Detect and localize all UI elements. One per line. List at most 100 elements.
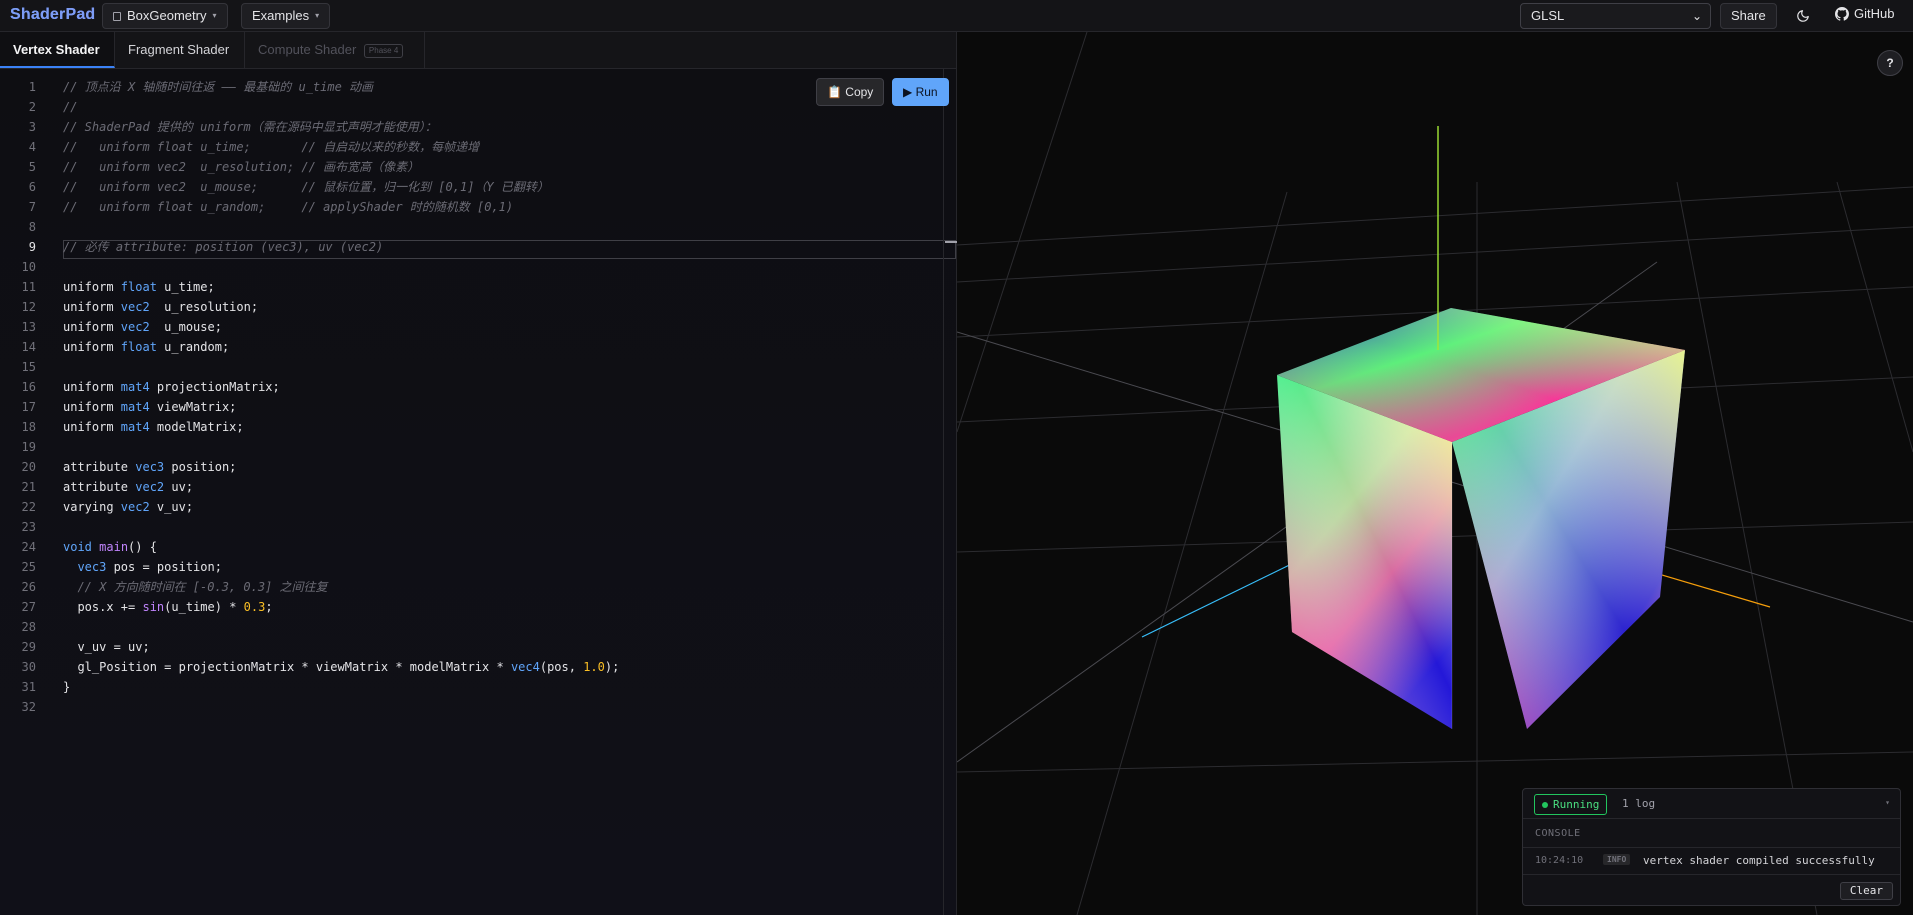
code-line[interactable] [63, 697, 619, 717]
code-line[interactable] [63, 617, 619, 637]
code-content[interactable]: // 顶点沿 X 轴随时间往返 —— 最基础的 u_time 动画 // // Sh… [63, 77, 619, 717]
render-viewport[interactable]: ? [957, 32, 1913, 915]
code-line[interactable]: // uniform vec2 u_mouse; // 鼠标位置，归一化到 [0… [63, 177, 619, 197]
code-line[interactable]: uniform vec2 u_resolution; [63, 297, 619, 317]
code-line[interactable]: v_uv = uv; [63, 637, 619, 657]
code-token: 1.0 [583, 660, 605, 674]
code-line[interactable]: // X 方向随时间在 [-0.3, 0.3] 之间往复 [63, 577, 619, 597]
copy-button[interactable]: 📋 Copy [816, 78, 885, 106]
code-line[interactable]: uniform float u_random; [63, 337, 619, 357]
app-logo: ShaderPad [10, 6, 96, 23]
code-line[interactable] [63, 517, 619, 537]
collapse-caret-icon[interactable]: ▾ [1885, 798, 1890, 807]
tab-label: Fragment Shader [128, 42, 230, 57]
code-token: vec3 [135, 460, 165, 474]
github-label: GitHub [1854, 6, 1895, 21]
code-line[interactable] [63, 217, 619, 237]
line-number: 5 [28, 160, 36, 174]
line-number: 21 [21, 480, 36, 494]
code-line[interactable]: pos.x += sin(u_time) * 0.3; [63, 597, 619, 617]
status-label: Running [1553, 798, 1600, 811]
code-token: v_uv; [149, 500, 194, 514]
code-token: vec4 [510, 660, 540, 674]
code-token: float [120, 340, 157, 354]
code-token: uniform [63, 280, 121, 294]
tab-fragment-shader[interactable]: Fragment Shader [115, 32, 245, 68]
top-bar: ShaderPad BoxGeometry ▾ Examples ▾ GLSL … [0, 0, 1913, 32]
language-select[interactable]: GLSL ⌄ [1520, 3, 1711, 29]
code-token: } [63, 680, 71, 694]
code-token: uniform [63, 380, 121, 394]
code-token: gl_Position = projectionMatrix * viewMat… [63, 660, 511, 674]
code-line[interactable]: uniform vec2 u_mouse; [63, 317, 619, 337]
code-line[interactable]: // uniform float u_random; // applyShade… [63, 197, 619, 217]
code-line[interactable]: // 必传 attribute: position (vec3), uv (ve… [63, 237, 619, 257]
tab-vertex-shader[interactable]: Vertex Shader [0, 32, 115, 68]
code-line[interactable]: // uniform vec2 u_resolution; // 画布宽高（像素… [63, 157, 619, 177]
theme-toggle-button[interactable] [1791, 4, 1815, 28]
code-token: uniform [63, 320, 121, 334]
console-header[interactable]: Running 1 log ▾ [1523, 789, 1900, 819]
code-token: u_resolution; [149, 300, 259, 314]
code-token: (pos, [539, 660, 584, 674]
phase-badge: Phase 4 [363, 43, 404, 58]
line-number: 2 [28, 100, 36, 114]
code-token: mat4 [120, 400, 150, 414]
examples-label: Examples [252, 8, 310, 23]
geometry-dropdown[interactable]: BoxGeometry ▾ [102, 3, 228, 29]
code-line[interactable]: // [63, 97, 619, 117]
line-number: 19 [21, 440, 36, 454]
code-token: position; [164, 460, 237, 474]
code-token: varying [63, 500, 121, 514]
code-line[interactable]: uniform mat4 viewMatrix; [63, 397, 619, 417]
code-token: uniform [63, 340, 121, 354]
code-token: projectionMatrix; [149, 380, 280, 394]
code-line[interactable]: uniform mat4 modelMatrix; [63, 417, 619, 437]
editor-scrollbar[interactable] [943, 69, 957, 915]
line-number: 20 [21, 460, 36, 474]
code-token: viewMatrix; [149, 400, 237, 414]
code-line[interactable]: uniform float u_time; [63, 277, 619, 297]
help-icon: ? [1886, 56, 1894, 70]
code-line[interactable]: attribute vec3 position; [63, 457, 619, 477]
log-count: 1 log [1622, 797, 1656, 810]
code-token: // uniform vec2 u_resolution; // 画布宽高（像素… [63, 160, 420, 174]
clear-button[interactable]: Clear [1839, 882, 1893, 900]
code-line[interactable]: // 顶点沿 X 轴随时间往返 —— 最基础的 u_time 动画 [63, 77, 619, 97]
help-button[interactable]: ? [1877, 50, 1903, 76]
line-number-gutter: 1 2 3 4 5 6 7 8 9 10 11 12 13 14 15 16 17 18 19 20 21 22 23 24 2… [0, 77, 36, 717]
chevron-down-icon: ⌄ [1691, 9, 1702, 23]
code-token: ); [604, 660, 620, 674]
code-token: u_random; [156, 340, 230, 354]
examples-dropdown[interactable]: Examples ▾ [241, 3, 331, 29]
code-line[interactable]: // ShaderPad 提供的 uniform（需在源码中显式声明才能使用）： [63, 117, 619, 137]
code-token: uniform [63, 400, 121, 414]
status-badge: Running [1534, 794, 1608, 815]
code-token: // uniform float u_random; // applyShade… [63, 200, 514, 214]
github-link[interactable]: GitHub [1835, 6, 1894, 21]
code-line[interactable]: attribute vec2 uv; [63, 477, 619, 497]
line-number: 9 [28, 240, 36, 254]
status-dot-icon [1542, 801, 1548, 808]
code-editor[interactable]: 1 2 3 4 5 6 7 8 9 10 11 12 13 14 15 16 17 18 19 20 21 22 23 24 2… [0, 69, 957, 915]
code-line[interactable]: } [63, 677, 619, 697]
code-line[interactable] [63, 257, 619, 277]
code-line[interactable]: vec3 pos = position; [63, 557, 619, 577]
run-button[interactable]: ▶ Run [892, 78, 949, 106]
code-token: // uniform vec2 u_mouse; // 鼠标位置，归一化到 [0… [63, 180, 549, 194]
code-line[interactable]: void main() { [63, 537, 619, 557]
code-line[interactable]: uniform mat4 projectionMatrix; [63, 377, 619, 397]
line-number: 23 [21, 520, 36, 534]
code-token: vec2 [120, 320, 150, 334]
line-number: 3 [28, 120, 36, 134]
code-line[interactable]: // uniform float u_time; // 自启动以来的秒数，每帧递… [63, 137, 619, 157]
code-line[interactable] [63, 437, 619, 457]
line-number: 30 [21, 660, 36, 674]
code-line[interactable]: varying vec2 v_uv; [63, 497, 619, 517]
code-token: float [120, 280, 157, 294]
code-line[interactable] [63, 357, 619, 377]
share-button[interactable]: Share [1720, 3, 1777, 29]
code-token: main [99, 540, 129, 554]
code-line[interactable]: gl_Position = projectionMatrix * viewMat… [63, 657, 619, 677]
log-message: vertex shader compiled successfully [1643, 854, 1875, 867]
